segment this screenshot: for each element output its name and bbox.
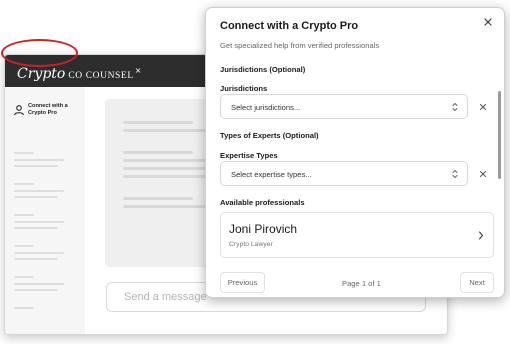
content-placeholder-line: [123, 175, 208, 178]
close-icon[interactable]: [481, 15, 495, 29]
expertise-label: Expertise Types: [220, 151, 278, 160]
brand-script: Crypto: [17, 66, 66, 82]
sidebar-placeholder-line: [14, 283, 64, 285]
professional-card[interactable]: Joni Pirovich Crypto Lawyer: [220, 212, 494, 258]
sidebar-placeholder-line: [14, 289, 58, 291]
chevron-up-down-icon: [452, 103, 458, 111]
sidebar-placeholder-line: [14, 258, 58, 260]
sidebar-placeholder-line: [14, 152, 34, 154]
brand-logo: Crypto CO COUNSEL×: [17, 63, 141, 84]
jurisdictions-placeholder: Select jurisdictions...: [231, 103, 301, 112]
page-indicator: Page 1 of 1: [342, 279, 381, 288]
sidebar-placeholder-line: [14, 214, 34, 216]
sidebar-placeholder-line: [14, 221, 64, 223]
jurisdictions-section-heading: Jurisdictions (Optional): [220, 65, 306, 74]
modal-subtitle: Get specialized help from verified profe…: [220, 41, 380, 50]
sidebar-placeholder-line: [14, 307, 34, 309]
professional-role: Crypto Lawyer: [229, 241, 273, 248]
sidebar-placeholder-line: [14, 159, 64, 161]
modal-title: Connect with a Crypto Pro: [220, 20, 359, 32]
professional-name: Joni Pirovich: [229, 222, 298, 236]
brand-name: CO COUNSEL: [68, 71, 134, 81]
clear-expertise-icon[interactable]: [478, 169, 488, 179]
jurisdictions-select[interactable]: Select jurisdictions...: [220, 94, 468, 119]
message-input-placeholder: Send a message: [124, 291, 207, 303]
connect-crypto-pro-button[interactable]: Connect with a Crypto Pro: [13, 98, 83, 122]
sidebar-placeholder-line: [14, 183, 34, 185]
modal-scrollbar[interactable]: [498, 91, 501, 179]
chevron-up-down-icon: [452, 170, 458, 178]
connect-button-label: Connect with a Crypto Pro: [28, 103, 68, 116]
sidebar-placeholder-line: [14, 276, 34, 278]
content-placeholder-line: [123, 197, 193, 200]
content-placeholder-line: [123, 121, 193, 124]
sidebar-placeholder-line: [14, 227, 58, 229]
expertise-placeholder: Select expertise types...: [231, 170, 312, 179]
sidebar-placeholder-line: [14, 245, 34, 247]
sidebar-placeholder-line: [14, 190, 64, 192]
next-page-button[interactable]: Next: [460, 272, 494, 293]
connect-pro-modal: Connect with a Crypto Pro Get specialize…: [205, 7, 505, 298]
app-sidebar: Connect with a Crypto Pro: [5, 87, 85, 334]
jurisdictions-label: Jurisdictions: [220, 84, 268, 93]
previous-page-button[interactable]: Previous: [220, 272, 265, 293]
sidebar-placeholder-line: [14, 252, 64, 254]
chevron-right-icon: [479, 231, 483, 240]
sidebar-placeholder-line: [14, 165, 58, 167]
clear-jurisdictions-icon[interactable]: [478, 102, 488, 112]
content-placeholder-line: [123, 151, 193, 154]
expertise-select[interactable]: Select expertise types...: [220, 161, 468, 186]
available-professionals-heading: Available professionals: [220, 198, 305, 207]
sidebar-placeholder-line: [14, 196, 58, 198]
user-icon: [14, 105, 24, 116]
brand-mark: ×: [134, 66, 142, 75]
experts-section-heading: Types of Experts (Optional): [220, 131, 319, 140]
